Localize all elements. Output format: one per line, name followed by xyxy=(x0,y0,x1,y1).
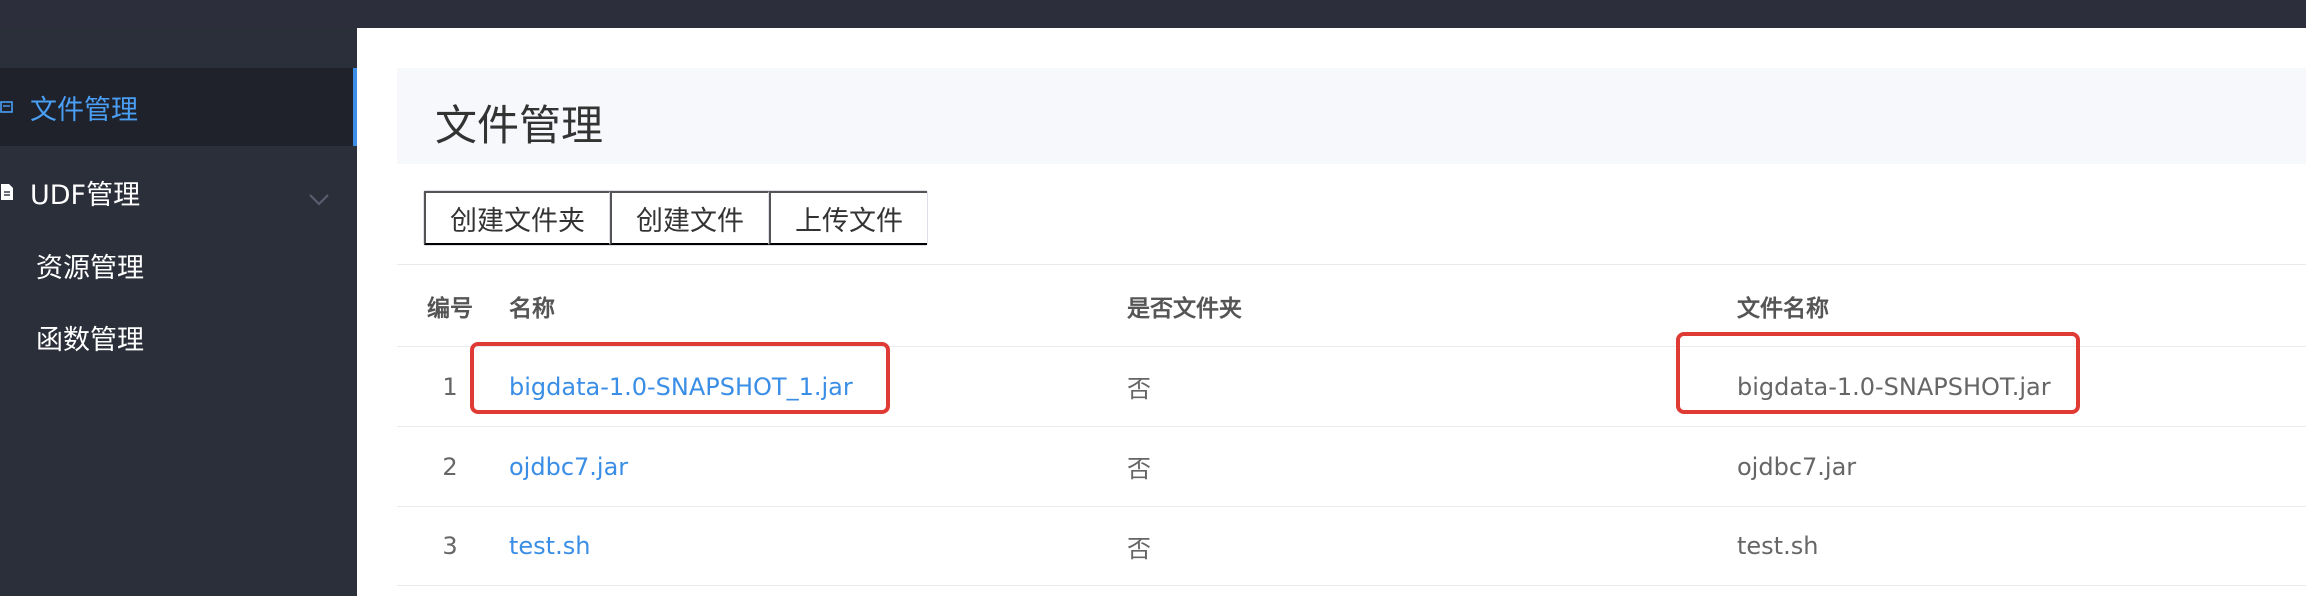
file-table: 编号 名称 是否文件夹 文件名称 1 bigdata-1.0-SNAPSHOT_… xyxy=(397,264,2306,586)
column-header-name: 名称 xyxy=(509,295,555,322)
create-folder-button[interactable]: 创建文件夹 xyxy=(424,191,610,245)
top-bar xyxy=(0,0,2306,28)
chevron-down-icon[interactable] xyxy=(308,183,329,206)
row-number: 3 xyxy=(442,532,458,560)
file-name-value: ojdbc7.jar xyxy=(1737,452,1857,481)
sidebar-item-resource-management[interactable]: 资源管理 xyxy=(36,246,144,285)
table-header-row: 编号 名称 是否文件夹 文件名称 xyxy=(397,264,2306,346)
sidebar-item-label: 文件管理 xyxy=(30,94,138,126)
sidebar-item-file-management[interactable]: 文件管理 xyxy=(0,68,357,146)
row-number: 1 xyxy=(442,372,458,401)
table-row: 1 bigdata-1.0-SNAPSHOT_1.jar 否 bigdata-1… xyxy=(397,346,2306,426)
page-title: 文件管理 xyxy=(435,101,604,150)
file-name-link[interactable]: ojdbc7.jar xyxy=(509,427,628,506)
sidebar-item-udf-management[interactable]: UDF管理 xyxy=(0,152,357,232)
sidebar: 文件管理 UDF管理 资源管理 函数管理 xyxy=(0,28,357,596)
sidebar-item-function-management[interactable]: 函数管理 xyxy=(36,318,144,357)
file-name-link[interactable]: bigdata-1.0-SNAPSHOT_1.jar xyxy=(509,347,853,426)
table-row: 3 test.sh 否 test.sh xyxy=(397,506,2306,586)
file-name-link[interactable]: test.sh xyxy=(509,507,590,585)
main-content: 文件管理 创建文件夹 创建文件 上传文件 编号 名称 是否文件夹 文件名称 1 … xyxy=(357,28,2306,596)
page-header: 文件管理 xyxy=(397,68,2306,164)
table-row: 2 ojdbc7.jar 否 ojdbc7.jar xyxy=(397,426,2306,506)
row-number: 2 xyxy=(442,452,458,481)
file-name-value: test.sh xyxy=(1737,532,1819,560)
folder-icon xyxy=(0,98,14,116)
column-header-no: 编号 xyxy=(427,295,473,322)
column-header-is-folder: 是否文件夹 xyxy=(1127,295,1242,322)
create-file-button[interactable]: 创建文件 xyxy=(610,191,769,245)
toolbar-button-group: 创建文件夹 创建文件 上传文件 xyxy=(423,190,928,246)
file-name-value: bigdata-1.0-SNAPSHOT.jar xyxy=(1737,372,2051,401)
sidebar-item-label: UDF管理 xyxy=(30,179,141,211)
is-folder-value: 否 xyxy=(1127,375,1151,403)
column-header-file-name: 文件名称 xyxy=(1737,295,1829,322)
upload-file-button[interactable]: 上传文件 xyxy=(769,191,927,245)
is-folder-value: 否 xyxy=(1127,534,1151,563)
is-folder-value: 否 xyxy=(1127,455,1151,483)
file-icon xyxy=(0,183,14,201)
